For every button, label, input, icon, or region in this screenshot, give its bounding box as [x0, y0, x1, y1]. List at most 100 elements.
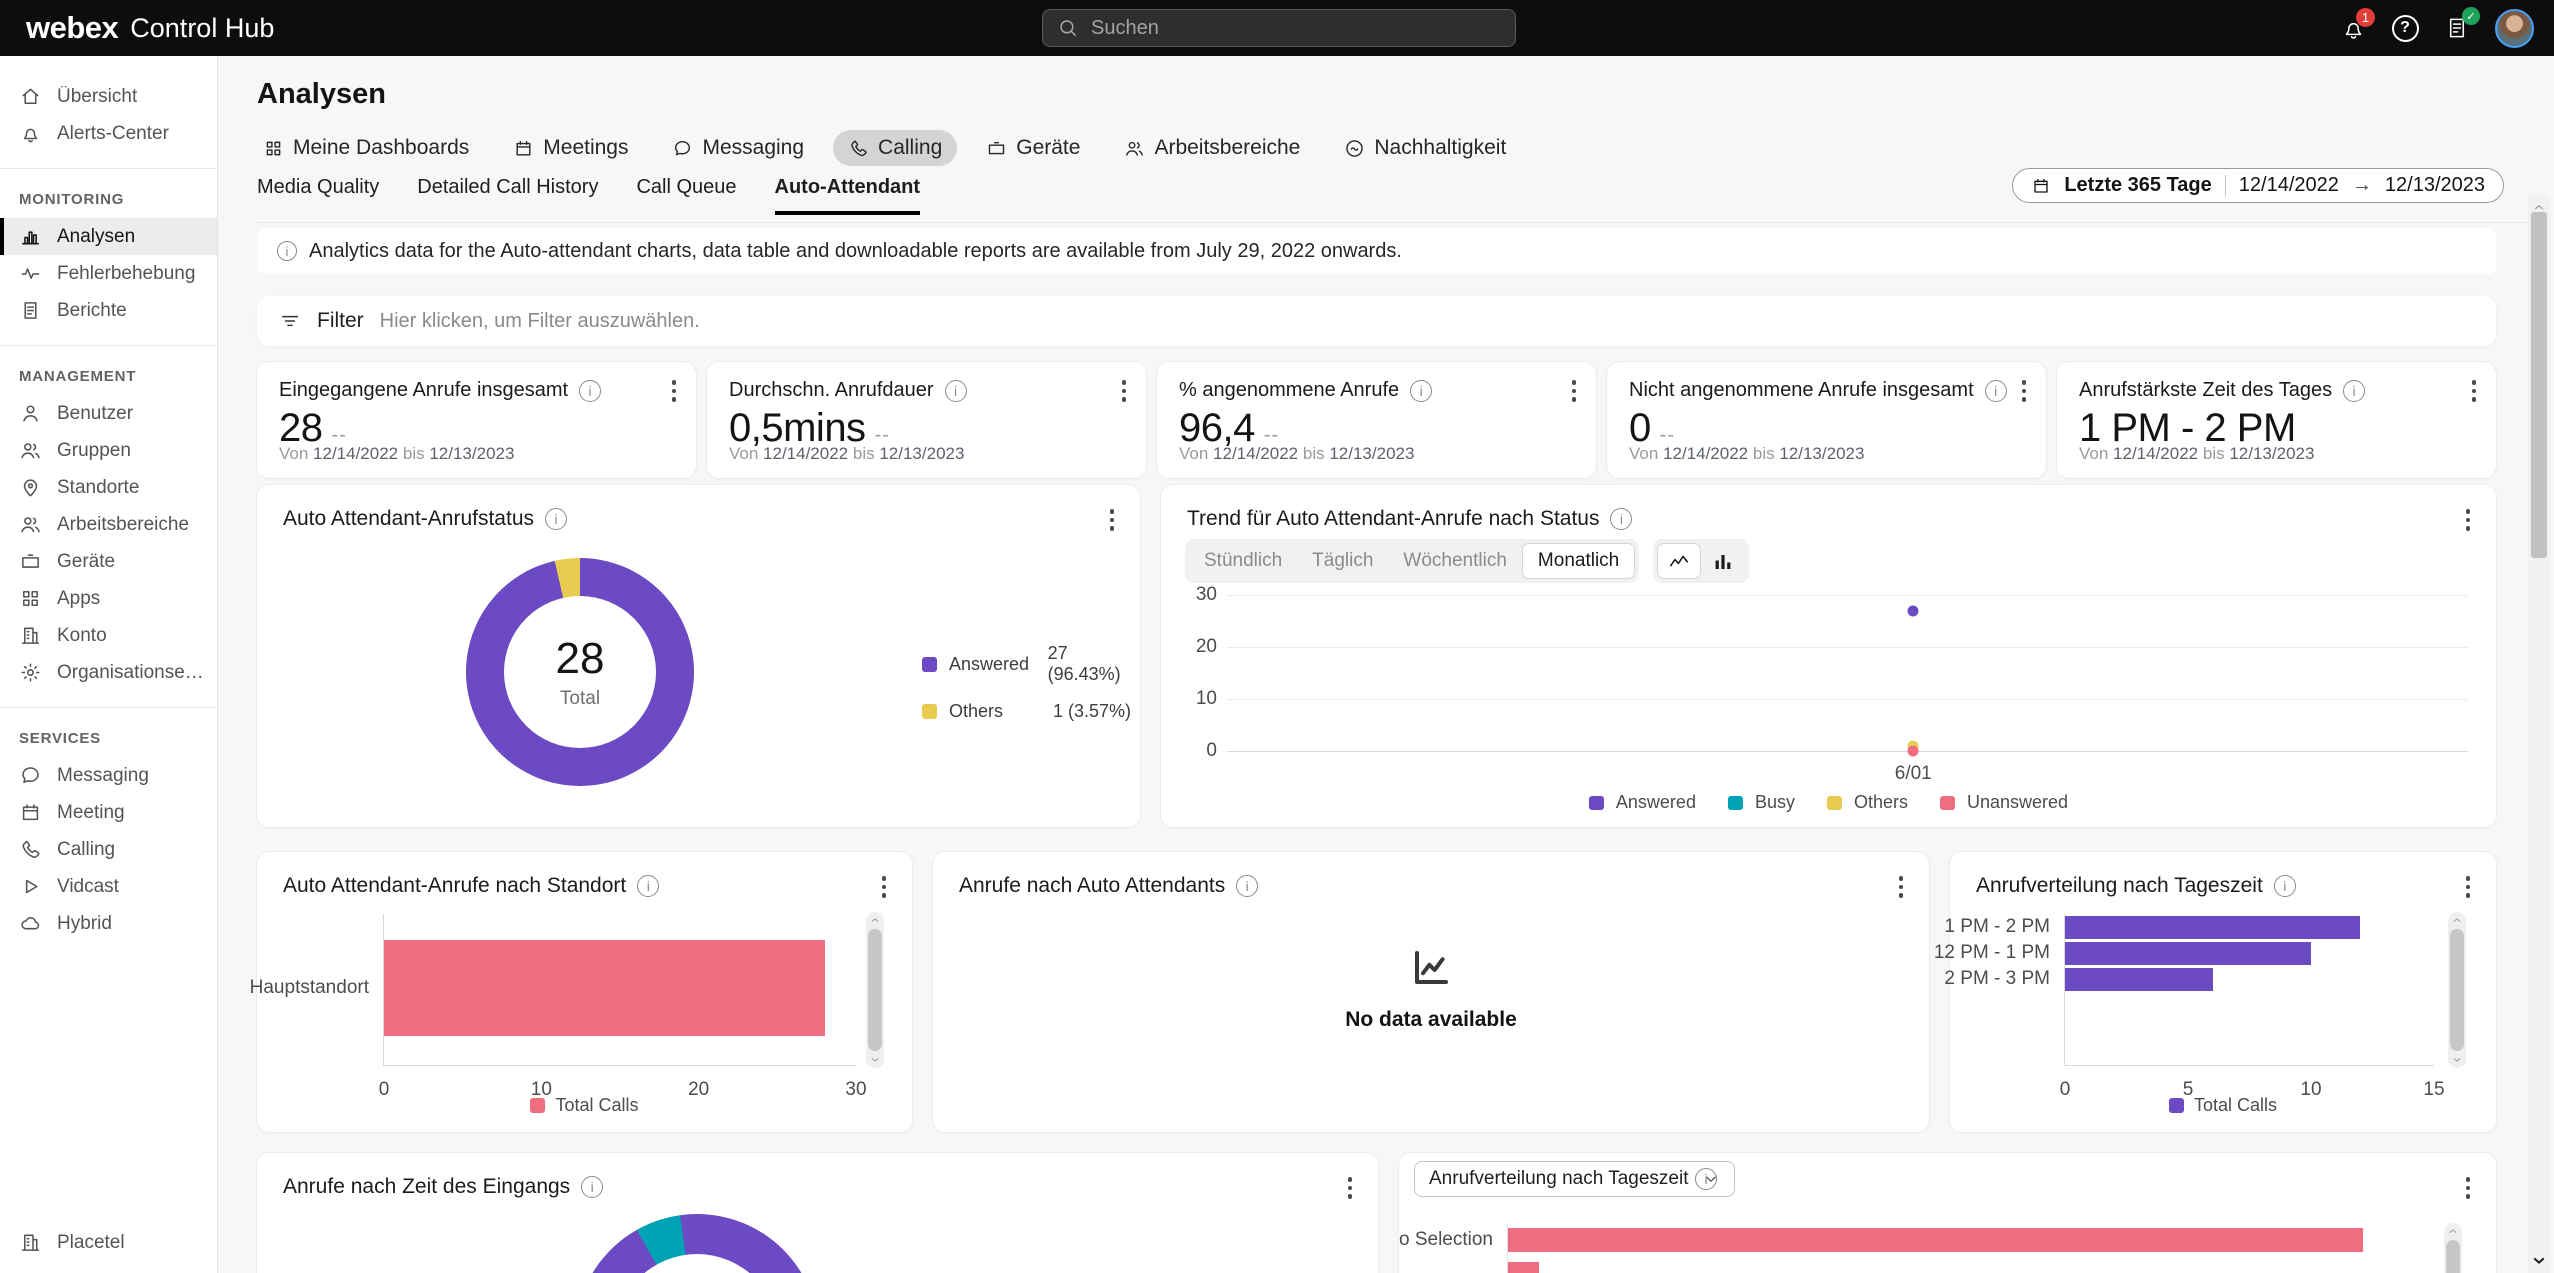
info-icon[interactable]: i	[579, 380, 601, 402]
notifications-button[interactable]: 1	[2339, 14, 2367, 42]
info-icon[interactable]: i	[1236, 875, 1258, 897]
toggle-taeglich[interactable]: Täglich	[1297, 544, 1388, 578]
subtab-media-quality[interactable]: Media Quality	[257, 176, 379, 215]
sidebar-item-arbeitsbereiche[interactable]: Arbeitsbereiche	[0, 506, 217, 543]
sidebar-item-apps[interactable]: Apps	[0, 580, 217, 617]
tab-arbeitsbereiche[interactable]: Arbeitsbereiche	[1109, 130, 1315, 166]
sidebar-item-fehlerbehebung[interactable]: Fehlerbehebung	[0, 255, 217, 292]
info-icon[interactable]: i	[1610, 508, 1632, 530]
legend-item-busy[interactable]: Busy	[1728, 792, 1795, 813]
scroll-down-icon[interactable]	[868, 1053, 882, 1067]
info-icon[interactable]: i	[945, 380, 967, 402]
subtab-call-queue[interactable]: Call Queue	[636, 176, 736, 215]
page-scrollbar[interactable]	[2528, 196, 2550, 1273]
info-icon[interactable]: i	[1695, 1168, 1717, 1190]
scrollbar-thumb[interactable]	[2531, 212, 2547, 558]
scroll-up-icon[interactable]	[868, 913, 882, 927]
sidebar-item-gruppen[interactable]: Gruppen	[0, 432, 217, 469]
scroll-down-icon[interactable]	[2529, 1251, 2549, 1271]
info-icon[interactable]: i	[2343, 380, 2365, 402]
legend-item-answered[interactable]: Answered	[1589, 792, 1696, 813]
sidebar-item-calling[interactable]: Calling	[0, 831, 217, 868]
y-axis-labels: No Selection	[1409, 1223, 1507, 1273]
kebab-menu-icon[interactable]	[1118, 376, 1131, 406]
donut-chart-entry-time[interactable]	[575, 1214, 819, 1273]
info-icon[interactable]: i	[2274, 875, 2296, 897]
scroll-up-icon[interactable]	[2450, 913, 2464, 927]
scrollbar-thumb[interactable]	[868, 929, 882, 1051]
kebab-menu-icon[interactable]	[1106, 505, 1119, 535]
kebab-menu-icon[interactable]	[2462, 505, 2475, 535]
info-icon[interactable]: i	[545, 508, 567, 530]
tab-calling[interactable]: Calling	[833, 130, 957, 166]
legend-item-others[interactable]: Others	[1827, 792, 1908, 813]
tab-nachhaltigkeit[interactable]: Nachhaltigkeit	[1329, 130, 1521, 166]
scrollbar-thumb[interactable]	[2450, 929, 2464, 1051]
donut-chart-call-status[interactable]: 28 Total	[466, 558, 694, 786]
help-button[interactable]: ?	[2391, 14, 2419, 42]
toggle-monatlich[interactable]: Monatlich	[1522, 543, 1635, 579]
subtab-detailed-call-history[interactable]: Detailed Call History	[417, 176, 598, 215]
chart-scrollbar[interactable]	[2448, 912, 2466, 1068]
chart-legend[interactable]: Total Calls	[257, 1095, 912, 1116]
info-icon[interactable]: i	[637, 875, 659, 897]
sidebar-item-messaging[interactable]: Messaging	[0, 757, 217, 794]
sidebar-item-alerts-center[interactable]: Alerts-Center	[0, 115, 217, 152]
kebab-menu-icon[interactable]	[2462, 1173, 2475, 1203]
bell-icon	[19, 122, 42, 145]
subtab-auto-attendant[interactable]: Auto-Attendant	[775, 176, 921, 215]
global-search[interactable]	[1042, 9, 1516, 47]
start-date[interactable]: 12/14/2022	[2239, 174, 2339, 197]
sidebar-item-meeting[interactable]: Meeting	[0, 794, 217, 831]
bar-chart-toggle[interactable]	[1701, 543, 1745, 579]
chart-selector-dropdown[interactable]: Anrufverteilung nach Tageszeit	[1414, 1161, 1735, 1197]
filter-input[interactable]	[380, 310, 2474, 333]
search-input[interactable]	[1091, 17, 1501, 40]
chart-scrollbar[interactable]	[866, 912, 884, 1068]
sidebar-item-analysen[interactable]: Analysen	[0, 218, 217, 255]
toggle-stuendlich[interactable]: Stündlich	[1189, 544, 1297, 578]
tab-geraete[interactable]: Geräte	[971, 130, 1095, 166]
sidebar-item-benutzer[interactable]: Benutzer	[0, 395, 217, 432]
kebab-menu-icon[interactable]	[2018, 376, 2031, 406]
sidebar-item-konto[interactable]: Konto	[0, 617, 217, 654]
kebab-menu-icon[interactable]	[2462, 872, 2475, 902]
kebab-menu-icon[interactable]	[668, 376, 681, 406]
toggle-woechentlich[interactable]: Wöchentlich	[1388, 544, 1522, 578]
sidebar-item-hybrid[interactable]: Hybrid	[0, 905, 217, 942]
sidebar-item-organisationseinstellungen[interactable]: Organisationseinstellun...	[0, 654, 217, 691]
chart-legend[interactable]: Total Calls	[1950, 1095, 2496, 1116]
info-icon[interactable]: i	[1985, 380, 2007, 402]
sidebar-item-uebersicht[interactable]: Übersicht	[0, 78, 217, 115]
tab-messaging[interactable]: Messaging	[657, 130, 819, 166]
kebab-menu-icon[interactable]	[2468, 376, 2481, 406]
user-avatar[interactable]	[2495, 9, 2534, 48]
kebab-menu-icon[interactable]	[1568, 376, 1581, 406]
kebab-menu-icon[interactable]	[1895, 872, 1908, 902]
sidebar-item-vidcast[interactable]: Vidcast	[0, 868, 217, 905]
end-date[interactable]: 12/13/2023	[2385, 174, 2485, 197]
tab-meine-dashboards[interactable]: Meine Dashboards	[248, 130, 484, 166]
scroll-up-icon[interactable]	[2446, 1224, 2460, 1238]
kebab-menu-icon[interactable]	[878, 872, 891, 902]
sidebar-item-geraete[interactable]: Geräte	[0, 543, 217, 580]
sidebar-item-placetel[interactable]: Placetel	[0, 1224, 217, 1261]
chart-scrollbar[interactable]	[2444, 1223, 2462, 1273]
legend-item-answered[interactable]: Answered 27 (96.43%)	[922, 643, 1140, 685]
cloud-icon	[19, 912, 42, 935]
info-icon[interactable]: i	[581, 1176, 603, 1198]
kebab-menu-icon[interactable]	[1344, 1173, 1357, 1203]
sidebar-item-standorte[interactable]: Standorte	[0, 469, 217, 506]
kpi-card-anrufstaerkste-zeit: Anrufstärkste Zeit des Tagesi 1 PM - 2 P…	[2057, 362, 2496, 478]
sidebar-item-berichte[interactable]: Berichte	[0, 292, 217, 329]
line-chart-toggle[interactable]	[1657, 543, 1701, 579]
date-range-picker[interactable]: Letzte 365 Tage 12/14/2022 → 12/13/2023	[2012, 168, 2504, 203]
info-icon[interactable]: i	[1410, 380, 1432, 402]
onboarding-tasks-button[interactable]: ✓	[2443, 14, 2471, 42]
tab-meetings[interactable]: Meetings	[498, 130, 643, 166]
legend-item-others[interactable]: Others 1 (3.57%)	[922, 701, 1140, 722]
scroll-down-icon[interactable]	[2450, 1053, 2464, 1067]
legend-item-unanswered[interactable]: Unanswered	[1940, 792, 2068, 813]
scrollbar-thumb[interactable]	[2446, 1240, 2460, 1273]
filter-bar[interactable]: Filter	[257, 296, 2496, 346]
